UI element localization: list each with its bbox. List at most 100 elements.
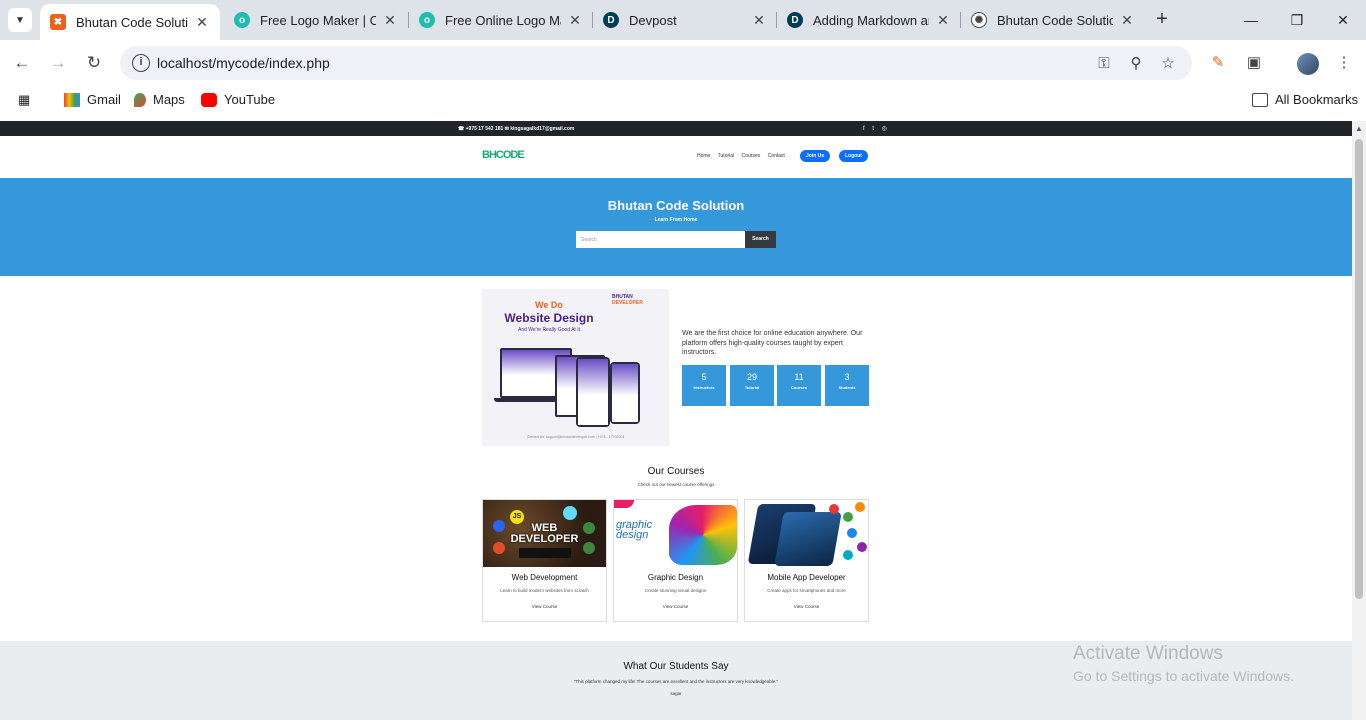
app-hex-icon	[843, 550, 853, 560]
profile-avatar-icon[interactable]	[1297, 53, 1319, 75]
tab-devpost[interactable]: D Devpost ✕	[593, 4, 777, 36]
view-course-link[interactable]: View Course	[483, 604, 606, 609]
promo-image: We Do Website Design And We're Really Go…	[482, 289, 669, 446]
close-icon[interactable]: ✕	[194, 14, 210, 31]
view-course-link[interactable]: View Course	[614, 604, 737, 609]
app-hex-icon	[843, 512, 853, 522]
extension-pen-icon[interactable]: ✎	[1207, 53, 1229, 75]
course-description: Create stunning visual designs	[644, 588, 707, 593]
course-title[interactable]: Web Development	[483, 573, 606, 582]
nav-home[interactable]: Home	[697, 153, 710, 159]
restore-button[interactable]: ❐	[1285, 8, 1309, 32]
xampp-icon: ✖	[50, 14, 66, 30]
tab-free-online-logo-maker[interactable]: o Free Online Logo Ma ✕	[409, 4, 593, 36]
course-description: Create apps for smartphones and more	[767, 588, 846, 593]
stat-label: Instructors	[693, 385, 715, 390]
contact-info: ☎ +975 17 542 181 ✉ kingsagalkd17@gmail.…	[458, 126, 575, 132]
stat-value: 5	[701, 372, 707, 382]
apps-grid-icon[interactable]: ▦	[18, 92, 30, 108]
keyboard-graphic	[519, 548, 571, 558]
new-tab-button[interactable]: +	[1150, 8, 1174, 32]
bookmark-youtube[interactable]: YouTube	[201, 92, 275, 107]
arrow-left-icon: ←	[13, 53, 31, 72]
scroll-thumb[interactable]	[1355, 139, 1363, 599]
site-info-icon[interactable]: i	[132, 54, 150, 72]
logout-button[interactable]: Logout	[839, 150, 868, 162]
logo-maker-icon: o	[419, 12, 435, 28]
minimize-button[interactable]: —	[1239, 8, 1263, 32]
menu-kebab-icon[interactable]: ⋮	[1333, 53, 1355, 75]
search-input[interactable]: Search	[576, 231, 745, 248]
tab-bhutan-code-solution[interactable]: ✖ Bhutan Code Solution ✕	[40, 4, 220, 40]
logo-maker-icon: o	[234, 12, 250, 28]
address-bar[interactable]: i localhost/mycode/index.php ⚿ ⚲ ☆	[120, 46, 1192, 80]
colorful-splash-graphic	[669, 505, 737, 565]
js-badge-icon: JS	[510, 510, 524, 524]
tab-bhutan-code-solution-2[interactable]: ✺ Bhutan Code Solution ✕	[961, 4, 1145, 36]
password-key-icon[interactable]: ⚿	[1094, 54, 1114, 74]
promo-we-do: We Do	[535, 300, 563, 310]
course-banner-text: WEB DEVELOPER	[510, 522, 579, 545]
forward-button[interactable]: →	[47, 52, 69, 74]
close-icon[interactable]: ✕	[1119, 12, 1135, 29]
tab-title: Bhutan Code Solution	[997, 12, 1113, 28]
back-button[interactable]: ←	[11, 52, 33, 74]
chatgpt-icon: ✺	[971, 12, 987, 28]
nav-courses[interactable]: Courses	[742, 153, 761, 159]
zoom-icon[interactable]: ⚲	[1126, 54, 1146, 74]
tab-title: Free Logo Maker | Cr	[260, 12, 376, 28]
course-card-web-development[interactable]: JS WEB DEVELOPER Web Development Learn t…	[482, 499, 607, 622]
nav-contact[interactable]: Contact	[768, 153, 785, 159]
stat-label: Students	[838, 385, 856, 390]
bhutan-developer-logo: BHUTAN DEVELOPER	[612, 294, 643, 306]
close-icon[interactable]: ✕	[751, 12, 767, 29]
page-scrollbar[interactable]: ▲	[1352, 121, 1366, 720]
course-card-graphic-design[interactable]: graphic design Graphic Design Create stu…	[613, 499, 738, 622]
promo-subtitle: And We're Really Good At It	[517, 327, 580, 333]
devpost-icon: D	[603, 12, 619, 28]
nav-tutorial[interactable]: Tutorial	[718, 153, 735, 159]
site-logo[interactable]: BHCODE	[482, 149, 525, 161]
social-icons[interactable]: f t ◎	[863, 125, 890, 132]
hero-title: Bhutan Code Solution	[607, 198, 745, 213]
tab-strip: ▼ ✖ Bhutan Code Solution ✕ o Free Logo M…	[0, 0, 1366, 40]
url-text[interactable]: localhost/mycode/index.php	[157, 55, 330, 71]
close-icon[interactable]: ✕	[935, 12, 951, 29]
courses-heading: Our Courses	[647, 466, 705, 477]
extensions-puzzle-icon[interactable]: ▣	[1243, 53, 1265, 75]
stat-value: 11	[794, 372, 804, 382]
tab-adding-markdown[interactable]: D Adding Markdown ar ✕	[777, 4, 961, 36]
close-window-button[interactable]: ✕	[1331, 8, 1355, 32]
browser-toolbar: ← → ↻ i localhost/mycode/index.php ⚿ ⚲ ☆…	[0, 40, 1366, 86]
folder-icon	[1252, 92, 1268, 107]
react-badge-icon	[563, 506, 577, 520]
stat-courses: 11 Courses	[777, 365, 821, 406]
youtube-icon	[201, 92, 217, 107]
nav-links: Home Tutorial Courses Contact	[697, 153, 791, 159]
bookmark-star-icon[interactable]: ☆	[1158, 54, 1178, 74]
site-navbar: BHCODE Home Tutorial Courses Contact Joi…	[0, 136, 1352, 178]
close-icon[interactable]: ✕	[567, 12, 583, 29]
course-title[interactable]: Graphic Design	[614, 573, 737, 582]
restore-icon: ❐	[1290, 12, 1304, 28]
graphic-design-image: graphic design	[614, 500, 737, 567]
windows-activation-watermark: Activate Windows Go to Settings to activ…	[1073, 643, 1294, 684]
search-button[interactable]: Search	[745, 231, 776, 248]
bookmark-gmail[interactable]: Gmail	[64, 92, 121, 107]
phone-graphic	[774, 512, 842, 566]
view-course-link[interactable]: View Course	[745, 604, 868, 609]
contact-topbar: ☎ +975 17 542 181 ✉ kingsagalkd17@gmail.…	[0, 121, 1352, 136]
course-card-mobile-app[interactable]: Mobile App Developer Create apps for sma…	[744, 499, 869, 622]
course-title[interactable]: Mobile App Developer	[745, 573, 868, 582]
bookmark-maps[interactable]: Maps	[134, 92, 185, 107]
reload-button[interactable]: ↻	[83, 52, 105, 74]
scroll-up-icon[interactable]: ▲	[1355, 124, 1363, 133]
close-icon[interactable]: ✕	[382, 12, 398, 29]
join-us-button[interactable]: Join Us	[800, 150, 831, 162]
stat-value: 29	[746, 372, 757, 382]
tab-search-button[interactable]: ▼	[8, 8, 32, 32]
logo-text: BHCODE	[482, 149, 525, 161]
plus-icon: +	[1156, 8, 1168, 30]
tab-free-logo-maker[interactable]: o Free Logo Maker | Cr ✕	[224, 4, 408, 36]
all-bookmarks[interactable]: All Bookmarks	[1252, 92, 1358, 107]
